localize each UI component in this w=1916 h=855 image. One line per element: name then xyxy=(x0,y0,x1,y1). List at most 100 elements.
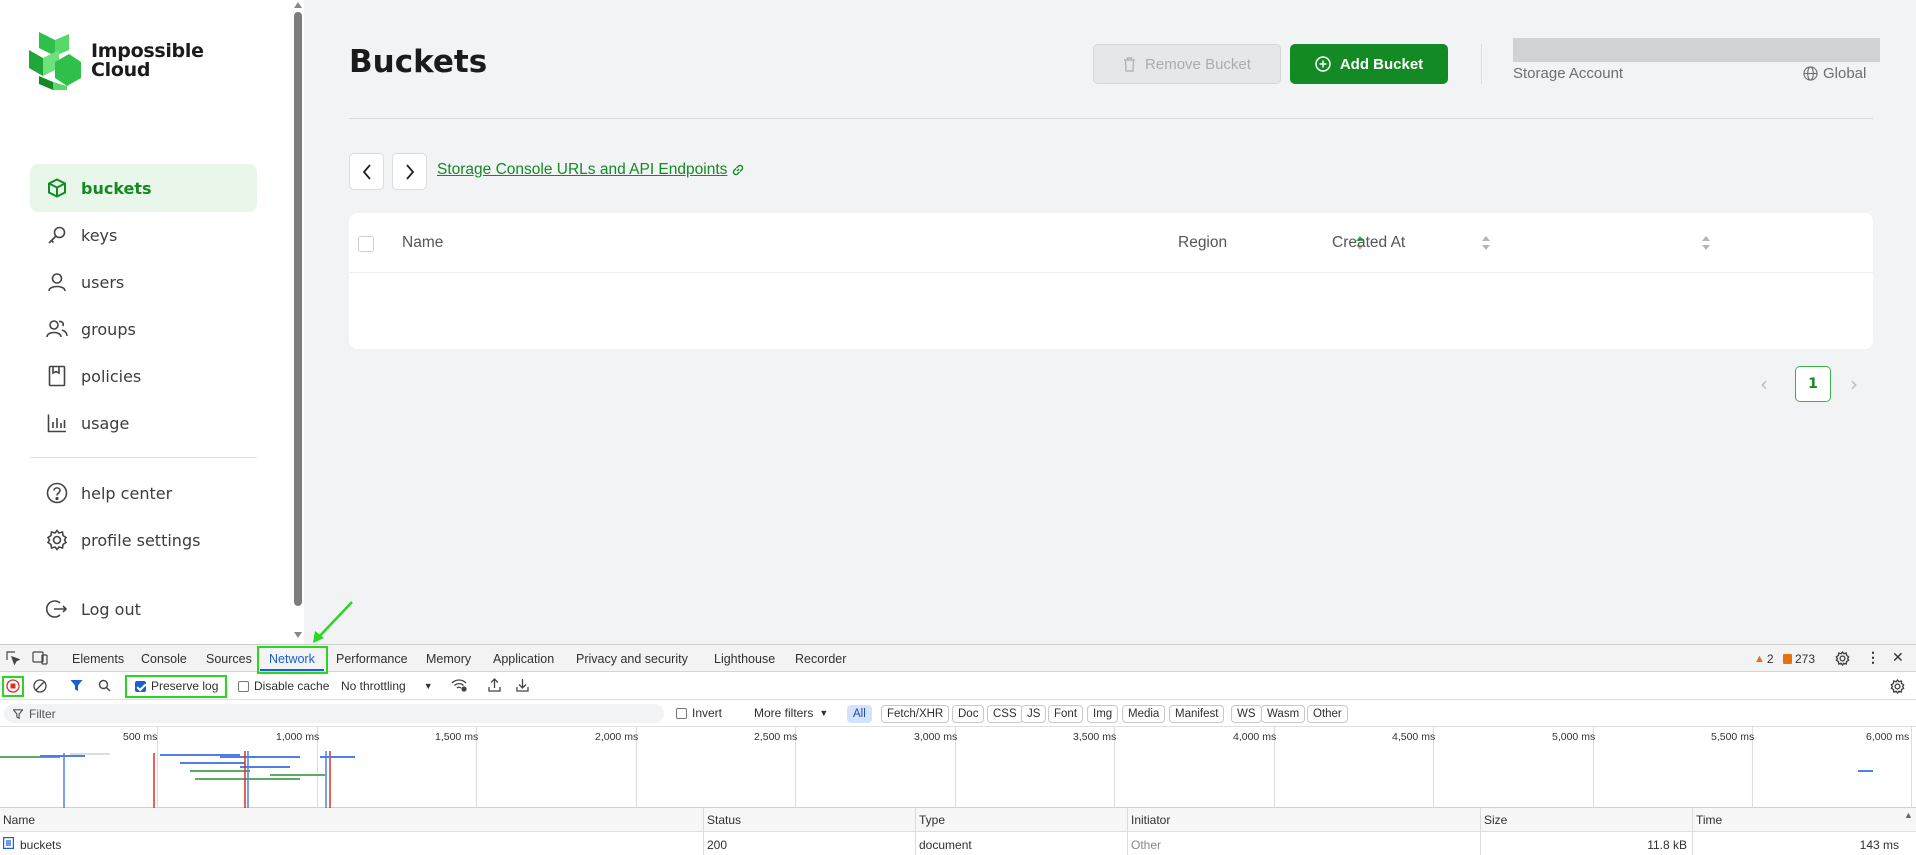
tab-lighthouse[interactable]: Lighthouse xyxy=(714,652,775,666)
pagination-prev-icon[interactable]: ‹ xyxy=(1760,372,1768,396)
scroll-down-arrow-icon[interactable] xyxy=(294,632,302,638)
buckets-table: Name Region Created At xyxy=(349,213,1873,349)
tab-recorder[interactable]: Recorder xyxy=(795,652,846,666)
clear-icon[interactable] xyxy=(33,679,47,693)
throttling-select[interactable]: No throttling ▼ xyxy=(341,679,433,693)
filter-type-all[interactable]: All xyxy=(847,705,872,723)
column-header-region[interactable]: Region xyxy=(1178,234,1227,252)
column-header-type[interactable]: Type xyxy=(919,813,945,827)
more-filters-label: More filters xyxy=(754,706,814,720)
warnings-counter[interactable]: ▲ 2 xyxy=(1754,652,1774,666)
close-icon[interactable]: ✕ xyxy=(1892,649,1904,666)
impossible-cloud-logo-icon xyxy=(29,32,81,90)
sidebar-item-users[interactable]: users xyxy=(30,258,257,306)
sidebar-item-buckets[interactable]: buckets xyxy=(30,164,257,212)
preserve-log-checkbox[interactable]: Preserve log xyxy=(135,679,218,693)
document-icon xyxy=(3,837,15,852)
remove-bucket-button[interactable]: Remove Bucket xyxy=(1093,44,1281,84)
tab-performance[interactable]: Performance xyxy=(336,652,408,666)
import-har-icon[interactable] xyxy=(488,678,501,692)
add-bucket-button[interactable]: Add Bucket xyxy=(1290,44,1448,84)
filter-type-doc[interactable]: Doc xyxy=(952,705,985,723)
column-header-time[interactable]: Time xyxy=(1696,813,1722,827)
storage-account-value-redacted xyxy=(1513,38,1880,62)
tab-privacy-and-security[interactable]: Privacy and security xyxy=(576,652,688,666)
request-size: 11.8 kB xyxy=(1647,838,1687,852)
column-header-name[interactable]: Name xyxy=(402,234,443,252)
column-header-initiator[interactable]: Initiator xyxy=(1131,813,1170,827)
filter-type-img[interactable]: Img xyxy=(1087,705,1119,723)
device-toolbar-icon[interactable] xyxy=(32,651,48,665)
table-row[interactable]: buckets 200 document Other 11.8 kB 143 m… xyxy=(0,832,1916,855)
network-settings-gear-icon[interactable] xyxy=(1890,679,1905,694)
sort-icon[interactable] xyxy=(1481,235,1491,251)
sort-icon[interactable] xyxy=(1701,235,1711,251)
brand-name-line2: Cloud xyxy=(91,59,151,81)
sidebar-item-usage[interactable]: usage xyxy=(30,399,257,447)
record-stop-icon[interactable] xyxy=(6,679,20,693)
filter-type-css[interactable]: CSS xyxy=(987,705,1023,723)
inspect-element-icon[interactable] xyxy=(6,651,20,665)
pagination-page-1[interactable]: 1 xyxy=(1795,366,1831,402)
more-options-icon[interactable]: ⋮ xyxy=(1866,649,1880,666)
sidebar-item-help-center[interactable]: help center xyxy=(30,469,257,517)
issue-icon xyxy=(1783,654,1792,664)
filter-type-js[interactable]: JS xyxy=(1021,705,1047,723)
issues-counter[interactable]: 273 xyxy=(1783,652,1815,666)
timeline-waterfall xyxy=(0,751,1873,808)
filter-placeholder: Filter xyxy=(29,706,56,721)
tab-memory[interactable]: Memory xyxy=(426,652,471,666)
more-filters-dropdown[interactable]: More filters ▼ xyxy=(754,706,828,720)
tab-sources[interactable]: Sources xyxy=(206,652,252,666)
sidebar-item-profile-settings[interactable]: profile settings xyxy=(30,516,257,564)
disable-cache-checkbox[interactable]: Disable cache xyxy=(238,679,329,693)
column-header-size[interactable]: Size xyxy=(1484,813,1507,827)
sidebar-item-groups[interactable]: groups xyxy=(30,305,257,353)
network-filterbar: Filter Invert More filters ▼ All Fetch/X… xyxy=(0,700,1916,727)
sidebar-scrollbar[interactable] xyxy=(292,0,304,644)
network-timeline-overview[interactable]: 500 ms 1,000 ms 1,500 ms 2,000 ms 2,500 … xyxy=(0,727,1916,808)
scroll-up-arrow-icon[interactable]: ▲ xyxy=(1904,810,1913,820)
scroll-up-arrow-icon[interactable] xyxy=(294,2,302,8)
sidebar-divider xyxy=(30,457,257,458)
warning-icon: ▲ xyxy=(1754,653,1765,665)
header-rule xyxy=(349,118,1873,119)
filter-type-fetch-xhr[interactable]: Fetch/XHR xyxy=(881,705,950,723)
filter-type-manifest[interactable]: Manifest xyxy=(1169,705,1225,723)
column-header-created-at[interactable]: Created At xyxy=(1332,234,1405,252)
sidebar-item-keys[interactable]: keys xyxy=(30,211,257,259)
tab-elements[interactable]: Elements xyxy=(72,652,124,666)
page-title: Buckets xyxy=(349,44,488,80)
pagination-next-icon[interactable]: › xyxy=(1850,372,1858,396)
trash-icon xyxy=(1123,56,1136,72)
column-header-status[interactable]: Status xyxy=(707,813,741,827)
filter-type-wasm[interactable]: Wasm xyxy=(1261,705,1306,723)
forward-button[interactable] xyxy=(392,153,427,190)
filter-funnel-icon[interactable] xyxy=(70,679,83,692)
file-icon xyxy=(46,365,68,387)
scrollbar-thumb[interactable] xyxy=(294,12,302,606)
search-icon[interactable] xyxy=(98,679,111,692)
disable-cache-label: Disable cache xyxy=(254,679,330,693)
gear-icon xyxy=(46,529,68,551)
tab-console[interactable]: Console xyxy=(141,652,187,666)
tab-application[interactable]: Application xyxy=(493,652,554,666)
devtools-settings-gear-icon[interactable] xyxy=(1835,651,1850,666)
invert-checkbox[interactable]: Invert xyxy=(676,706,722,720)
logout-button[interactable]: Log out xyxy=(30,585,257,633)
column-header-name[interactable]: Name xyxy=(3,813,35,827)
filter-input[interactable]: Filter xyxy=(4,704,664,723)
brand-logo[interactable]: Impossible Cloud xyxy=(29,32,221,90)
back-button[interactable] xyxy=(349,153,384,190)
network-conditions-wifi-icon[interactable] xyxy=(451,678,467,692)
user-icon xyxy=(46,271,68,293)
filter-type-ws[interactable]: WS xyxy=(1231,705,1262,723)
sidebar-item-policies[interactable]: policies xyxy=(30,352,257,400)
console-endpoints-link[interactable]: Storage Console URLs and API Endpoints xyxy=(437,161,745,179)
export-har-icon[interactable] xyxy=(516,678,529,692)
filter-type-font[interactable]: Font xyxy=(1048,705,1084,723)
preserve-log-label: Preserve log xyxy=(151,679,219,693)
filter-type-media[interactable]: Media xyxy=(1122,705,1166,723)
filter-type-other[interactable]: Other xyxy=(1307,705,1348,723)
select-all-checkbox[interactable] xyxy=(358,236,374,252)
